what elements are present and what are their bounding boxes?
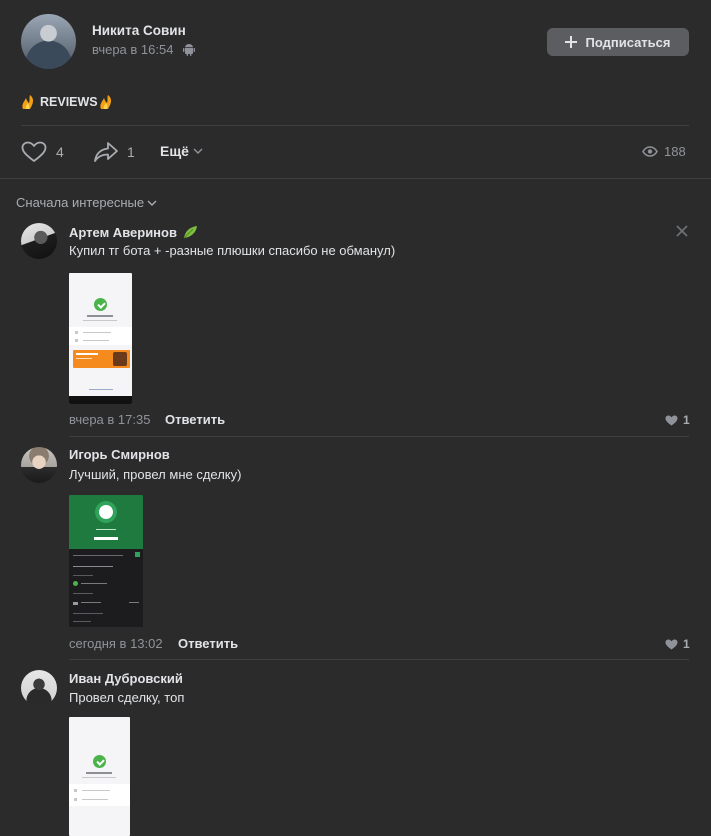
leaf-icon [183, 226, 197, 239]
comment-attachment-image[interactable] [69, 495, 143, 627]
comment-like-button[interactable]: 1 [665, 637, 690, 651]
comment-avatar[interactable] [21, 223, 57, 259]
chevron-down-icon [193, 148, 203, 154]
divider [69, 659, 689, 660]
comment-like-button[interactable]: 1 [665, 413, 690, 427]
share-button[interactable]: 1 [93, 141, 135, 163]
comment-text: Купил тг бота + -разные плюшки спасибо н… [69, 243, 396, 258]
eye-icon [642, 146, 658, 157]
comment-time[interactable]: сегодня в 13:02 [69, 636, 163, 651]
comment-author[interactable]: Иван Дубровский [69, 671, 183, 686]
comment-author-row: Артем Аверинов [69, 224, 198, 240]
comment-avatar[interactable] [21, 447, 57, 483]
chevron-down-icon [147, 200, 157, 206]
more-button[interactable]: Ещё [160, 143, 203, 159]
comment-like-count: 1 [683, 637, 690, 651]
divider [0, 178, 711, 179]
reply-button[interactable]: Ответить [165, 412, 225, 427]
divider [21, 125, 689, 126]
post-time[interactable]: вчера в 16:54 [92, 42, 173, 57]
post-text-label: REVIEWS [40, 95, 98, 109]
like-count: 4 [56, 144, 64, 160]
like-button[interactable]: 4 [21, 141, 64, 163]
comment-text: Лучший, провел мне сделку) [69, 467, 242, 482]
views-counter: 188 [642, 144, 686, 159]
comment-attachment-image[interactable] [69, 717, 130, 836]
more-label: Ещё [160, 143, 189, 159]
reply-button[interactable]: Ответить [178, 636, 238, 651]
comment-time[interactable]: вчера в 17:35 [69, 412, 150, 427]
subscribe-button[interactable]: Подписаться [547, 28, 689, 56]
heart-icon [665, 415, 678, 425]
fire-icon [99, 95, 111, 109]
share-count: 1 [127, 144, 135, 160]
author-name[interactable]: Никита Совин [92, 23, 186, 38]
check-icon [94, 298, 107, 311]
comment-author[interactable]: Игорь Смирнов [69, 447, 170, 462]
sort-label: Сначала интересные [16, 195, 145, 210]
post-text: REVIEWS [21, 94, 117, 110]
fire-icon [22, 95, 34, 109]
comment-like-count: 1 [683, 413, 690, 427]
heart-icon [665, 639, 678, 649]
share-arrow-icon [94, 142, 118, 162]
check-icon [93, 755, 106, 768]
author-avatar[interactable] [21, 14, 76, 69]
android-icon [183, 44, 195, 56]
plus-icon [565, 36, 578, 48]
comments-sort-dropdown[interactable]: Сначала интересные [16, 195, 157, 210]
heart-icon [21, 141, 47, 162]
subscribe-label: Подписаться [585, 34, 671, 50]
comment-avatar[interactable] [21, 670, 57, 706]
views-count: 188 [664, 144, 686, 159]
divider [69, 436, 689, 437]
comment-attachment-image[interactable] [69, 273, 132, 404]
comment-text: Провел сделку, топ [69, 690, 185, 705]
close-icon[interactable] [676, 225, 688, 237]
comment-author[interactable]: Артем Аверинов [69, 225, 177, 240]
